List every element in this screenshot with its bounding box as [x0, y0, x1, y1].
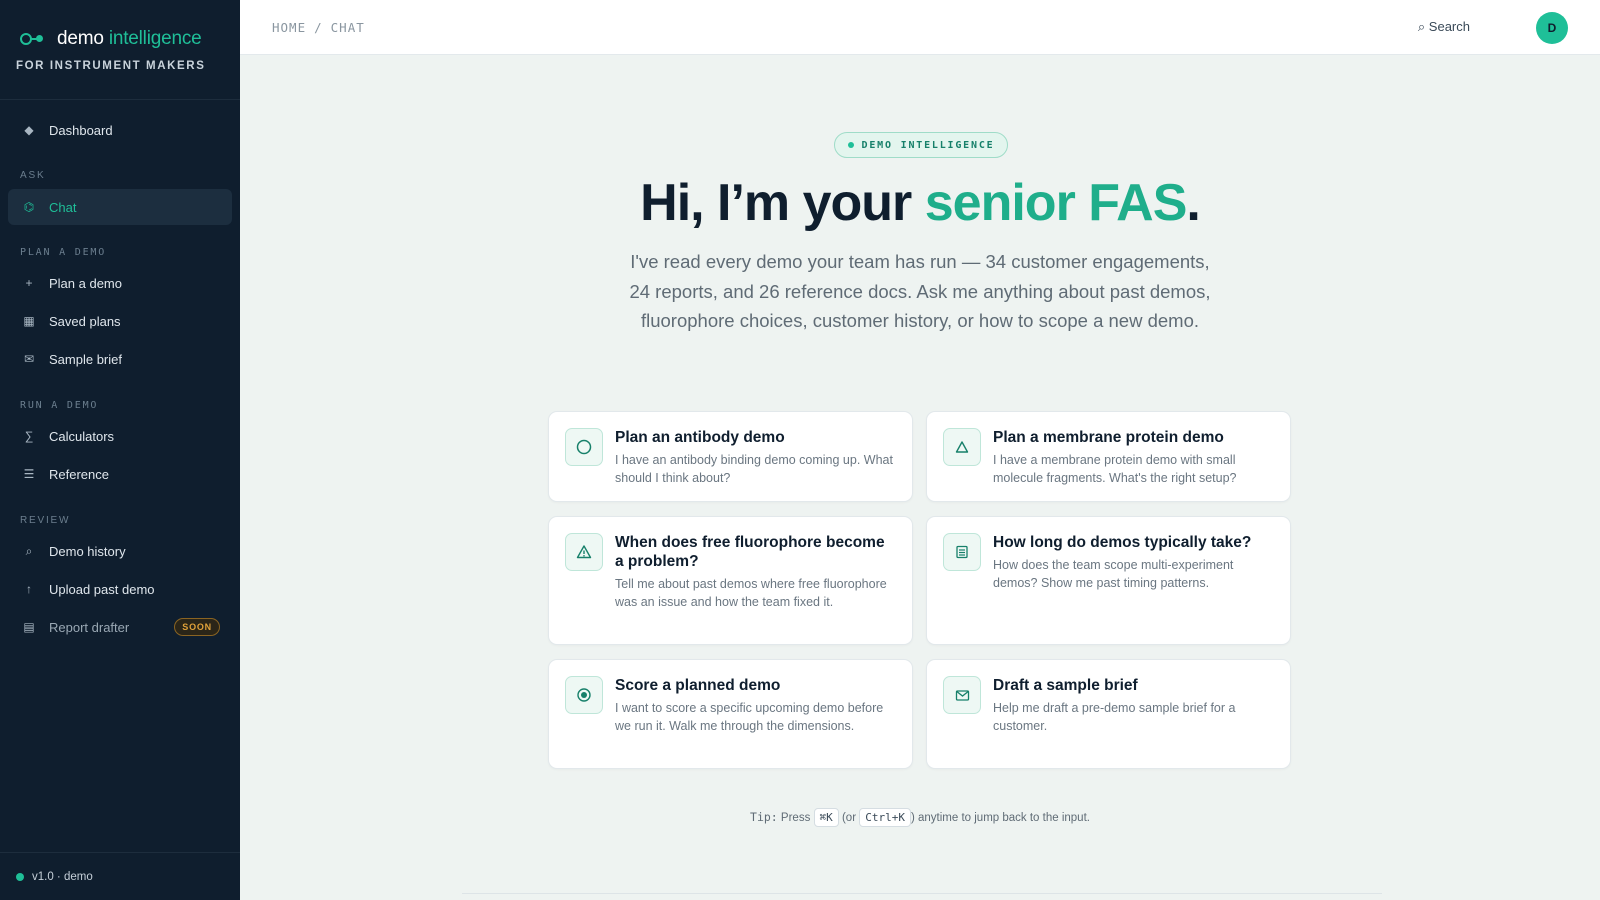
card-title: Plan a membrane protein demo	[993, 429, 1224, 446]
suggestion-card-free-fluorophore[interactable]: When does free fluorophore become a prob…	[548, 516, 913, 645]
triangle-icon	[943, 428, 981, 466]
tip-press: Press	[777, 812, 814, 824]
target-icon	[565, 676, 603, 714]
title-prefix: Hi, I’m your	[640, 174, 925, 232]
sidebar-item-saved-plans[interactable]: ▦ Saved plans	[8, 303, 232, 339]
sidebar-item-label: Report drafter	[49, 619, 130, 635]
suggestion-card-score-demo[interactable]: Score a planned demo I want to score a s…	[548, 659, 913, 769]
brand-name-main: demo	[57, 28, 104, 49]
card-description: Tell me about past demos where free fluo…	[615, 577, 887, 609]
document-icon: ▤	[23, 620, 35, 634]
breadcrumb-current: CHAT	[330, 20, 365, 35]
chat-icon: ⌬	[23, 200, 35, 214]
suggestion-card-sample-brief[interactable]: Draft a sample brief Help me draft a pre…	[926, 659, 1291, 769]
search-icon: ⌕	[25, 543, 33, 558]
page-title: Hi, I’m your senior FAS.	[240, 173, 1600, 233]
main-content: DEMO INTELLIGENCE Hi, I’m your senior FA…	[240, 55, 1600, 900]
sigma-icon: ∑	[24, 429, 34, 443]
sidebar-item-label: Chat	[49, 199, 77, 215]
title-accent: senior FAS	[924, 174, 1188, 232]
card-title: When does free fluorophore become a prob…	[615, 534, 885, 570]
card-description: I have a membrane protein demo with smal…	[993, 453, 1237, 485]
sidebar-item-sample-brief[interactable]: ✉ Sample brief	[8, 341, 232, 377]
card-description: Help me draft a pre-demo sample brief fo…	[993, 701, 1236, 733]
section-label-run-a-demo: RUN A DEMO	[20, 400, 99, 411]
card-description: I have an antibody binding demo coming u…	[615, 453, 893, 485]
shortcut-key-win: Ctrl+K	[859, 808, 911, 827]
circle-icon	[565, 428, 603, 466]
hero-pill: DEMO INTELLIGENCE	[834, 132, 1008, 158]
arrow-up-icon: ↑	[26, 582, 32, 596]
status-dot-icon	[16, 872, 24, 881]
brand-name-accent: intelligence	[108, 28, 202, 49]
sidebar-item-calculators[interactable]: ∑ Calculators	[8, 418, 232, 454]
tip-or: (or	[838, 812, 860, 824]
suggestion-card-demo-duration[interactable]: How long do demos typically take? How do…	[926, 516, 1291, 645]
title-suffix: .	[1186, 174, 1200, 232]
sidebar-item-plan-a-demo[interactable]: + Plan a demo	[8, 265, 232, 301]
breadcrumb-separator: /	[314, 20, 323, 35]
brand: demo intelligence FOR INSTRUMENT MAKERS	[0, 0, 240, 100]
topbar: HOME / CHAT ⌕ Search D	[240, 0, 1600, 55]
section-label-review: REVIEW	[20, 515, 71, 526]
brand-logo-row[interactable]: demo intelligence	[20, 28, 240, 50]
shortcut-key-mac: ⌘K	[813, 808, 839, 827]
card-title: Score a planned demo	[615, 677, 781, 694]
sidebar-item-label: Dashboard	[49, 122, 113, 138]
sidebar-item-chat[interactable]: ⌬ Chat	[8, 189, 232, 225]
sidebar-item-label: Upload past demo	[49, 581, 155, 597]
mail-icon: ✉	[23, 352, 35, 366]
avatar[interactable]: D	[1536, 12, 1568, 44]
keyboard-tip: Tip: Press ⌘K (or Ctrl+K) anytime to jum…	[240, 808, 1600, 827]
sidebar-item-label: Reference	[49, 466, 109, 482]
sidebar: demo intelligence FOR INSTRUMENT MAKERS …	[0, 0, 240, 900]
diamond-icon: ◆	[24, 123, 34, 137]
tip-suffix: ) anytime to jump back to the input.	[910, 812, 1090, 824]
brand-subtitle: FOR INSTRUMENT MAKERS	[16, 60, 206, 72]
logo-icon	[20, 32, 44, 46]
card-title: How long do demos typically take?	[993, 534, 1252, 551]
card-description: I want to score a specific upcoming demo…	[615, 701, 884, 733]
version-footer: v1.0 · demo	[0, 852, 240, 900]
sidebar-item-upload-past-demo[interactable]: ↑ Upload past demo	[8, 571, 232, 607]
list-icon: ☰	[23, 467, 35, 481]
suggestion-card-membrane-protein[interactable]: Plan a membrane protein demo I have a me…	[926, 411, 1291, 502]
card-description: How does the team scope multi-experiment…	[993, 558, 1234, 590]
divider	[462, 893, 1382, 894]
grid-icon: ▦	[23, 314, 35, 328]
hero-subtitle: I've read every demo your team has run —…	[629, 251, 1211, 331]
sidebar-item-reference[interactable]: ☰ Reference	[8, 456, 232, 492]
sidebar-item-report-drafter[interactable]: ▤ Report drafter SOON	[8, 609, 232, 645]
soon-badge: SOON	[174, 618, 220, 636]
brand-name: demo intelligence	[57, 28, 202, 50]
hero-pill-label: DEMO INTELLIGENCE	[861, 139, 995, 151]
sidebar-item-demo-history[interactable]: ⌕ Demo history	[8, 533, 232, 569]
sidebar-item-label: Demo history	[49, 543, 126, 559]
section-label-ask: ASK	[20, 170, 46, 181]
tip-prefix: Tip:	[750, 810, 778, 824]
breadcrumb-home[interactable]: HOME	[272, 20, 306, 35]
card-title: Draft a sample brief	[993, 677, 1138, 694]
section-label-plan-a-demo: PLAN A DEMO	[20, 247, 107, 258]
sidebar-item-label: Saved plans	[49, 313, 121, 329]
sidebar-item-label: Plan a demo	[49, 275, 122, 291]
sidebar-item-label: Sample brief	[49, 351, 122, 367]
warning-icon	[565, 533, 603, 571]
plus-icon: +	[25, 276, 33, 290]
document-icon	[943, 533, 981, 571]
sidebar-item-dashboard[interactable]: ◆ Dashboard	[8, 112, 232, 148]
mail-icon	[943, 676, 981, 714]
search-button[interactable]: ⌕ Search	[1418, 19, 1470, 35]
pill-dot-icon	[847, 142, 854, 148]
breadcrumb: HOME / CHAT	[272, 20, 365, 35]
suggestion-card-antibody[interactable]: Plan an antibody demo I have an antibody…	[548, 411, 913, 502]
sidebar-item-label: Calculators	[49, 428, 115, 444]
version-label: v1.0 · demo	[32, 870, 93, 883]
card-title: Plan an antibody demo	[615, 429, 785, 446]
